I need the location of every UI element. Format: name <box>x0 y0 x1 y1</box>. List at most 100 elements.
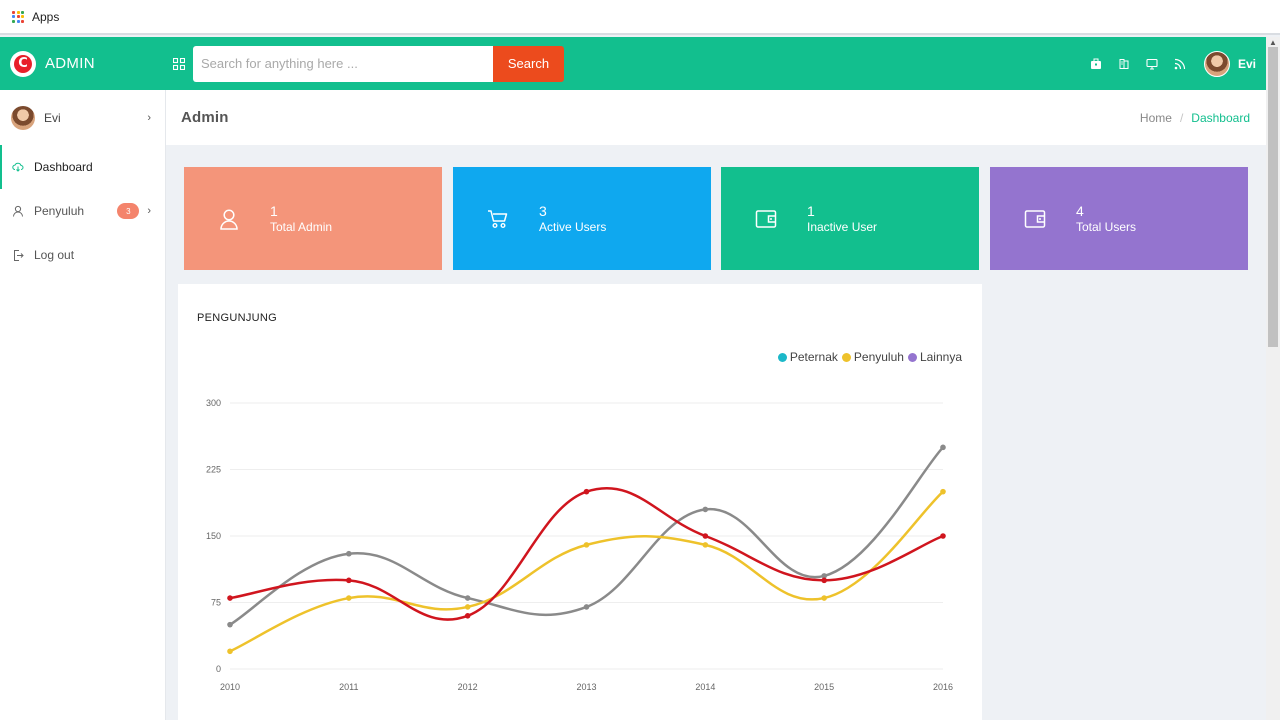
rss-icon[interactable] <box>1166 37 1194 90</box>
legend-item-penyuluh[interactable]: Penyuluh <box>841 350 904 364</box>
stat-number: 1 <box>807 202 815 219</box>
logout-icon <box>12 248 26 262</box>
sidebar-user[interactable]: Evi › <box>0 90 165 145</box>
x-tick-label: 2015 <box>814 682 834 692</box>
sidebar: Evi › Dashboard Penyuluh 3 › Log out <box>0 90 166 720</box>
apps-grid-icon[interactable] <box>12 10 24 23</box>
cloud-icon <box>12 160 26 174</box>
legend-item-peternak[interactable]: Peternak <box>777 350 838 364</box>
data-point <box>464 604 471 610</box>
x-tick-label: 2013 <box>576 682 596 692</box>
monitor-icon[interactable] <box>1138 37 1166 90</box>
bookmarks-bar: Apps <box>0 0 1280 35</box>
x-tick-label: 2011 <box>339 682 358 692</box>
window-scrollbar[interactable]: ▲ <box>1266 37 1280 720</box>
sidebar-user-name: Evi <box>44 110 61 125</box>
search-input[interactable] <box>193 45 493 82</box>
legend-item-lainnya[interactable]: Lainnya <box>907 350 962 364</box>
data-point <box>227 648 233 655</box>
data-point <box>583 542 590 548</box>
data-point <box>346 577 352 584</box>
breadcrumb-separator: / <box>1179 110 1184 125</box>
translate-icon[interactable] <box>1110 37 1138 90</box>
data-point <box>583 604 590 610</box>
data-point <box>821 577 827 584</box>
stat-number: 4 <box>1076 202 1084 219</box>
wallet-icon <box>1020 204 1050 234</box>
chart-legend: Peternak Penyuluh Lainnya <box>774 350 962 364</box>
user-icon <box>214 204 244 234</box>
visitors-chart-panel: 0 75 150 225 300 2010 2011 2012 2013 2014 2015 2016… <box>178 284 982 720</box>
apps-bookmark-link[interactable]: Apps <box>32 10 59 24</box>
data-point <box>464 595 471 601</box>
page-header: Admin Home / Dashboard <box>166 90 1266 145</box>
scroll-up-arrow-icon[interactable]: ▲ <box>1269 38 1277 47</box>
data-point <box>702 506 709 513</box>
y-tick-label: 150 <box>206 531 221 541</box>
page-title: Admin <box>181 109 229 126</box>
breadcrumb-home-link[interactable]: Home <box>1140 111 1172 125</box>
stat-number: 3 <box>539 202 547 219</box>
grid-menu-icon[interactable] <box>165 37 193 90</box>
sidebar-item-penyuluh[interactable]: Penyuluh 3 › <box>0 189 165 233</box>
data-point <box>702 533 709 539</box>
cart-icon <box>483 204 513 234</box>
stat-card-active-users[interactable]: 3 Active Users <box>453 167 711 270</box>
x-tick-label: 2014 <box>695 682 715 692</box>
sidebar-item-dashboard[interactable]: Dashboard <box>0 145 165 189</box>
data-point <box>940 533 946 539</box>
stat-card-total-admin[interactable]: 1 Total Admin <box>184 167 442 270</box>
scrollbar-thumb[interactable] <box>1268 47 1278 347</box>
user-icon <box>12 204 26 218</box>
avatar[interactable] <box>1203 50 1230 77</box>
data-point <box>227 595 233 601</box>
sidebar-item-label: Log out <box>34 248 75 262</box>
data-point <box>940 444 946 451</box>
top-header: C ADMIN Search Evi <box>0 37 1266 90</box>
brand-logo-letter: C <box>14 54 32 73</box>
data-point <box>702 542 709 548</box>
chart-title: PENGUNJUNG <box>197 312 278 324</box>
data-point <box>583 488 590 495</box>
data-point <box>346 595 352 601</box>
x-tick-label: 2010 <box>220 682 240 692</box>
legend-label: Peternak <box>789 350 838 364</box>
brand-logo: C <box>10 50 36 77</box>
legend-dot <box>907 352 917 362</box>
brand[interactable]: C ADMIN <box>0 37 165 90</box>
legend-label: Penyuluh <box>853 350 904 364</box>
data-point <box>821 595 827 601</box>
stat-label: Total Admin <box>270 219 333 234</box>
chevron-right-icon: › <box>147 111 151 124</box>
stat-label: Inactive User <box>807 219 878 234</box>
y-tick-label: 0 <box>216 664 221 674</box>
data-point <box>940 488 946 495</box>
y-tick-label: 75 <box>211 598 221 608</box>
briefcase-icon[interactable] <box>1082 37 1110 90</box>
y-tick-label: 225 <box>206 465 221 475</box>
stat-card-total-users[interactable]: 4 Total Users <box>990 167 1248 270</box>
sidebar-item-label: Dashboard <box>34 160 93 174</box>
legend-dot <box>777 352 787 362</box>
brand-name: ADMIN <box>45 55 95 72</box>
stat-label: Active Users <box>539 219 607 234</box>
data-point <box>346 550 352 557</box>
search-button[interactable]: Search <box>493 45 564 82</box>
sidebar-avatar <box>11 105 35 130</box>
sidebar-item-logout[interactable]: Log out <box>0 233 165 277</box>
breadcrumb-current: Dashboard <box>1191 110 1250 125</box>
header-actions: Evi <box>1082 37 1266 90</box>
sidebar-item-label: Penyuluh <box>34 204 85 218</box>
stat-label: Total Users <box>1076 219 1137 234</box>
legend-dot <box>841 352 851 362</box>
breadcrumb: Home / Dashboard <box>1140 111 1250 125</box>
wallet-icon <box>751 204 781 234</box>
x-tick-label: 2016 <box>933 682 953 692</box>
header-user-name[interactable]: Evi <box>1238 57 1256 71</box>
data-point <box>227 621 233 628</box>
stat-card-inactive-user[interactable]: 1 Inactive User <box>721 167 979 270</box>
legend-label: Lainnya <box>919 350 962 364</box>
chevron-right-icon: › <box>147 205 151 217</box>
stat-number: 1 <box>270 202 278 219</box>
count-badge: 3 <box>117 203 140 219</box>
